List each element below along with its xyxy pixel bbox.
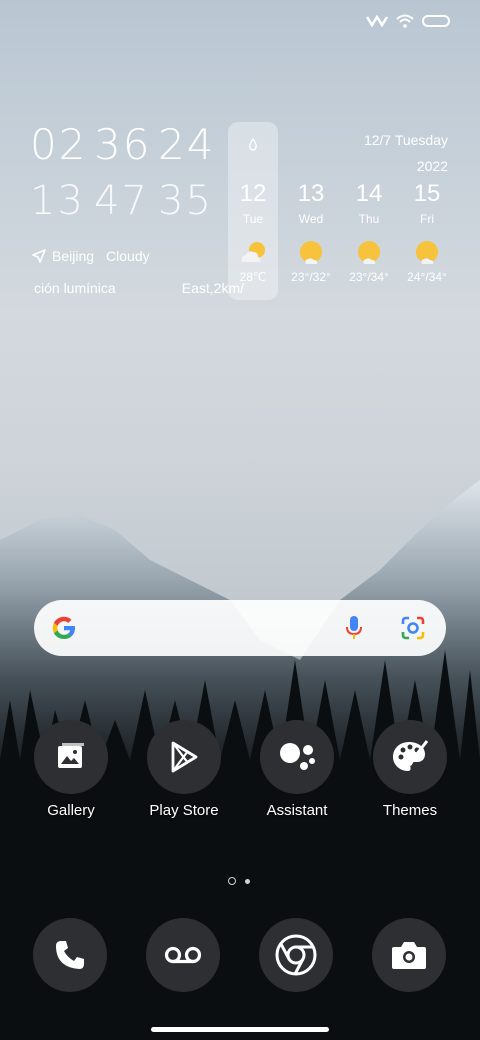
camera-icon	[392, 942, 426, 969]
forecast-weekday: Thu	[358, 212, 380, 226]
weather-location[interactable]: Beijing Cloudy	[32, 248, 150, 264]
google-search-bar[interactable]	[34, 600, 446, 656]
chrome-icon	[275, 934, 317, 976]
phone-icon	[56, 941, 84, 969]
weather-details: ción lumínica East,2km/	[34, 280, 244, 296]
forecast-weekday: Fri	[420, 212, 434, 226]
dock-chrome[interactable]	[259, 918, 333, 992]
weather-city: Beijing	[52, 248, 95, 264]
gallery-icon	[34, 720, 108, 794]
page-dot	[245, 878, 250, 884]
battery-icon	[422, 15, 450, 27]
dock-phone[interactable]	[33, 918, 107, 992]
forecast-day: 15 Fri 24°/34°	[402, 180, 452, 284]
dock-voicemail[interactable]	[146, 918, 220, 992]
forecast-weekday: Tue	[242, 212, 264, 226]
assistant-icon	[260, 720, 334, 794]
forecast-date: 13	[297, 180, 325, 207]
wifi-icon	[396, 14, 414, 28]
partly-cloudy-icon	[238, 240, 268, 266]
voicemail-icon	[164, 946, 202, 964]
humidity-drop-icon	[249, 138, 257, 151]
app-gallery[interactable]: Gallery	[16, 720, 126, 819]
voice-search-icon[interactable]	[344, 614, 364, 642]
clock-current: 02 36 24	[30, 120, 222, 169]
app-themes[interactable]: Themes	[355, 720, 465, 819]
app-assistant[interactable]: Assistant	[242, 720, 352, 819]
app-label: Assistant	[266, 802, 328, 819]
forecast-date: 15	[413, 180, 441, 207]
date-widget: 12/7 Tuesday 2022	[364, 127, 448, 179]
app-play-store[interactable]: Play Store	[129, 720, 239, 819]
app-label: Play Store	[149, 802, 219, 819]
forecast-date: 14	[355, 180, 383, 207]
lens-camera-icon[interactable]	[400, 615, 426, 641]
page-indicator[interactable]	[228, 877, 250, 885]
app-label: Gallery	[47, 802, 95, 819]
clock-secondary: 13 47 35	[30, 178, 222, 224]
forecast-weekday: Wed	[298, 212, 324, 226]
partly-sunny-icon	[354, 240, 384, 266]
forecast-date: 12	[239, 180, 267, 207]
google-logo-icon	[52, 616, 75, 639]
date-text: 12/7 Tuesday	[363, 132, 448, 148]
app-label: Themes	[382, 802, 438, 819]
forecast-day: 14 Thu 23°/34°	[344, 180, 394, 284]
play-store-icon	[147, 720, 221, 794]
status-bar	[366, 14, 450, 28]
palette-icon	[373, 720, 447, 794]
forecast-day: 12 Tue 28℃	[228, 180, 278, 284]
dock-camera[interactable]	[372, 918, 446, 992]
network-icon	[366, 14, 388, 28]
clock-seconds: 24	[158, 120, 216, 169]
weather-light-text: ción lumínica	[34, 280, 116, 296]
page-dot-active	[228, 877, 236, 885]
home-gesture-bar[interactable]	[151, 1027, 329, 1032]
clock-minutes: 36	[94, 120, 152, 169]
location-arrow-icon	[32, 249, 46, 263]
forecast-temp: 24°/34°	[407, 270, 447, 284]
clock2-minutes: 47	[94, 178, 149, 224]
forecast-day: 13 Wed 23°/32°	[286, 180, 336, 284]
clock2-hours: 13	[30, 178, 85, 224]
clock-hours: 02	[30, 120, 88, 169]
weather-condition: Cloudy	[106, 248, 150, 264]
partly-sunny-icon	[296, 240, 326, 266]
partly-sunny-icon	[412, 240, 442, 266]
clock2-seconds: 35	[158, 178, 213, 224]
year-text: 2022	[416, 158, 448, 174]
